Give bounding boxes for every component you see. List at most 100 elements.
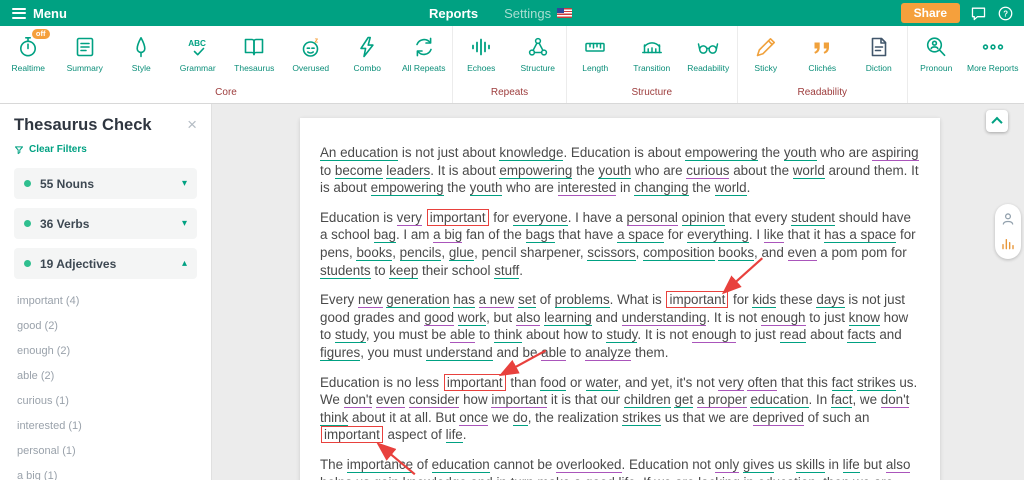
highlighted-word[interactable]: changing (634, 180, 688, 196)
highlighted-word[interactable]: get (674, 392, 693, 408)
highlighted-word[interactable]: facts (847, 327, 875, 343)
highlighted-word[interactable]: stuff (494, 263, 519, 279)
highlighted-word[interactable]: aspiring (872, 145, 919, 161)
highlighted-word[interactable]: a big (433, 227, 462, 243)
adjective-filter-item[interactable]: personal (1) (14, 438, 197, 463)
adjective-filter-item[interactable]: curious (1) (14, 388, 197, 413)
report-sticky[interactable]: Sticky (738, 30, 795, 82)
report-pronoun[interactable]: Pronoun (908, 30, 965, 93)
highlighted-word[interactable]: fact (832, 375, 854, 391)
report-grammar[interactable]: ABCGrammar (170, 30, 227, 82)
profile-icon[interactable] (1000, 211, 1016, 227)
highlighted-word[interactable]: often (747, 375, 777, 391)
report-summary[interactable]: Summary (57, 30, 114, 82)
highlighted-word[interactable]: overlooked (556, 457, 622, 473)
share-button[interactable]: Share (901, 3, 960, 23)
highlighted-word[interactable]: understand (426, 345, 493, 361)
highlighted-word[interactable]: become (335, 163, 383, 179)
highlighted-word[interactable]: don't (881, 392, 910, 408)
adjective-filter-item[interactable]: a big (1) (14, 463, 197, 480)
highlighted-word[interactable]: very (718, 375, 743, 391)
highlighted-word[interactable]: everyone (513, 210, 568, 226)
highlighted-word[interactable]: has a space (824, 227, 896, 243)
report-overused[interactable]: zOverused (283, 30, 340, 82)
highlighted-word[interactable]: skills (796, 457, 825, 473)
highlighted-word[interactable]: composition (643, 245, 714, 261)
highlighted-word[interactable]: know (849, 310, 880, 326)
adjective-filter-item[interactable]: good (2) (14, 313, 197, 338)
adjective-filter-item[interactable]: interested (1) (14, 413, 197, 438)
highlighted-word[interactable]: also (886, 457, 911, 473)
report-style[interactable]: Style (113, 30, 170, 82)
highlighted-word[interactable]: An education (320, 145, 398, 161)
highlighted-word[interactable]: bags (526, 227, 555, 243)
highlighted-word[interactable]: glue (449, 245, 474, 261)
adjective-filter-item[interactable]: important (4) (14, 288, 197, 313)
thesaurus-match-word[interactable]: important (666, 291, 728, 308)
tab-settings[interactable]: Settings (504, 6, 572, 21)
highlighted-word[interactable]: even (376, 392, 405, 408)
highlighted-word[interactable]: good (424, 310, 454, 326)
report-combo[interactable]: Combo (339, 30, 396, 82)
highlighted-word[interactable]: education (432, 457, 490, 473)
highlighted-word[interactable]: a proper (697, 392, 747, 408)
report-thesaurus[interactable]: Thesaurus (226, 30, 283, 82)
highlighted-word[interactable]: water (586, 375, 618, 391)
highlighted-word[interactable]: think (320, 410, 348, 426)
thesaurus-match-word[interactable]: important (427, 209, 489, 226)
highlighted-word[interactable]: learning (544, 310, 592, 326)
highlighted-word[interactable]: youth (598, 163, 631, 179)
highlighted-word[interactable]: only (715, 457, 740, 473)
highlighted-word[interactable]: set (518, 292, 536, 308)
highlighted-word[interactable]: consider (409, 392, 460, 408)
highlighted-word[interactable]: importance (347, 457, 413, 473)
report-echoes[interactable]: Echoes (453, 30, 510, 82)
close-panel-icon[interactable]: × (187, 116, 197, 133)
highlighted-word[interactable]: empowering (499, 163, 572, 179)
highlighted-word[interactable]: read (780, 327, 807, 343)
highlighted-word[interactable]: life (843, 457, 860, 473)
stats-icon[interactable] (1000, 236, 1016, 252)
report-realtime[interactable]: offRealtime (0, 30, 57, 82)
section-19-adjectives[interactable]: 19 Adjectives▴ (14, 248, 197, 279)
highlighted-word[interactable]: able (450, 327, 475, 343)
highlighted-word[interactable]: new (358, 292, 383, 308)
help-icon[interactable]: ? (997, 5, 1014, 22)
highlighted-word[interactable]: student (791, 210, 835, 226)
highlighted-word[interactable]: like (764, 227, 784, 243)
highlighted-word[interactable]: even (788, 245, 817, 261)
highlighted-word[interactable]: figures (320, 345, 360, 361)
highlighted-word[interactable]: scissors (587, 245, 635, 261)
highlighted-word[interactable]: books (718, 245, 754, 261)
highlighted-word[interactable]: deprived (753, 410, 804, 426)
report-length[interactable]: Length (567, 30, 624, 82)
adjective-filter-item[interactable]: able (2) (14, 363, 197, 388)
feedback-chat-icon[interactable] (970, 5, 987, 22)
report-structure[interactable]: Structure (510, 30, 567, 82)
highlighted-word[interactable]: kids (752, 292, 776, 308)
highlighted-word[interactable]: strikes (857, 375, 896, 391)
report-transition[interactable]: Transition (624, 30, 681, 82)
highlighted-word[interactable]: personal (627, 210, 678, 226)
highlighted-word[interactable]: a new (479, 292, 515, 308)
highlighted-word[interactable]: children (624, 392, 671, 408)
highlighted-word[interactable]: once (459, 410, 488, 426)
highlighted-word[interactable]: leaders (386, 163, 430, 179)
highlighted-word[interactable]: important (491, 392, 547, 408)
highlighted-word[interactable]: opinion (682, 210, 725, 226)
highlighted-word[interactable]: strikes (622, 410, 661, 426)
highlighted-word[interactable]: work (458, 310, 486, 326)
highlighted-word[interactable]: books (356, 245, 392, 261)
highlighted-word[interactable]: do (513, 410, 528, 426)
highlighted-word[interactable]: education (750, 392, 808, 408)
report-readability[interactable]: Readability (680, 30, 737, 82)
highlighted-word[interactable]: youth (470, 180, 503, 196)
thesaurus-match-word[interactable]: important (321, 426, 383, 443)
clear-filters-button[interactable]: Clear Filters (14, 144, 87, 155)
highlighted-word[interactable]: enough (692, 327, 737, 343)
highlighted-word[interactable]: pencils (400, 245, 442, 261)
tab-reports[interactable]: Reports (429, 6, 478, 21)
report-all-repeats[interactable]: All Repeats (396, 30, 453, 82)
menu-button[interactable]: Menu (0, 0, 79, 26)
highlighted-word[interactable]: days (816, 292, 844, 308)
